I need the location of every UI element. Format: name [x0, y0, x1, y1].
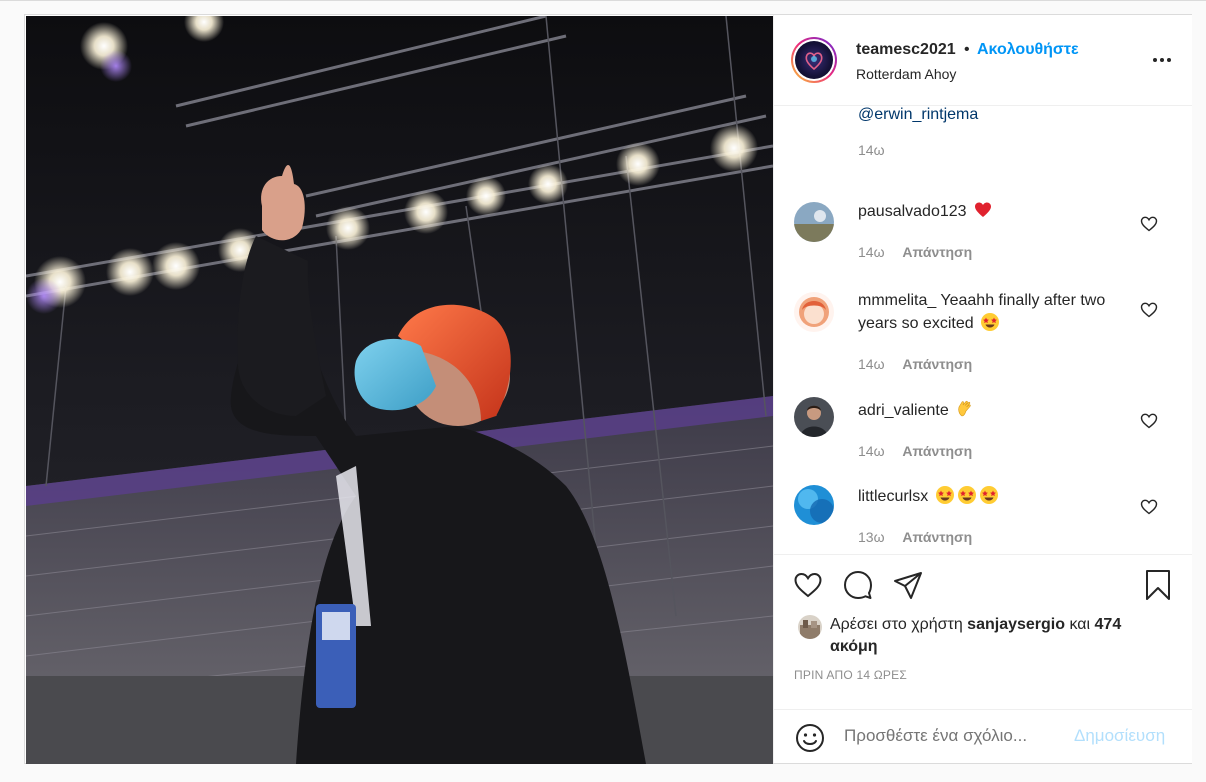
reply-button[interactable]: Απάντηση — [902, 529, 972, 545]
commenter-avatar[interactable] — [794, 292, 834, 332]
comment-meta: 13ω Απάντηση — [858, 529, 972, 545]
comment-text: littlecurlsx — [858, 485, 1128, 508]
comment-text: adri_valiente — [858, 399, 1128, 422]
share-icon[interactable] — [892, 569, 924, 601]
commenter-avatar[interactable] — [794, 397, 834, 437]
comment-username[interactable]: littlecurlsx — [858, 488, 928, 505]
reply-button[interactable]: Απάντηση — [902, 443, 972, 459]
top-border — [0, 0, 1206, 1]
clapping-hands-icon — [958, 400, 971, 417]
commenter-avatar[interactable] — [794, 202, 834, 242]
comment-meta: 14ω Απάντηση — [858, 244, 972, 260]
comment-username[interactable]: mmmelita_ — [858, 292, 936, 309]
comment-icon[interactable] — [842, 569, 874, 601]
add-comment-bar: Δημοσίευση — [774, 709, 1192, 764]
liker-username[interactable]: sanjaysergio — [967, 616, 1065, 633]
comment-time: 14ω — [858, 356, 885, 372]
follow-button[interactable]: Ακολουθήστε — [977, 41, 1079, 59]
arena-photo-illustration — [26, 16, 773, 764]
like-icon[interactable] — [792, 569, 824, 601]
more-options-icon[interactable] — [1150, 50, 1174, 70]
star-struck-icon — [981, 313, 1000, 331]
header-separator: • — [964, 41, 970, 58]
comment-text: pausalvado123 — [858, 200, 1128, 223]
reply-button[interactable]: Απάντηση — [902, 356, 972, 372]
profile-avatar[interactable] — [791, 37, 837, 83]
star-struck-icon — [979, 486, 998, 504]
like-comment-icon[interactable] — [1140, 412, 1158, 430]
comment-meta: 14ω Απάντηση — [858, 356, 972, 372]
emoji-picker-icon[interactable] — [794, 722, 826, 754]
save-bookmark-icon[interactable] — [1142, 569, 1174, 601]
comment-meta: 14ω Απάντηση — [858, 443, 972, 459]
comments-list: @erwin_rintjema 14ω pausalvado123 14ω Απ… — [774, 106, 1192, 554]
like-comment-icon[interactable] — [1140, 215, 1158, 233]
reply-button[interactable]: Απάντηση — [902, 244, 972, 260]
mention-link[interactable]: @erwin_rintjema — [858, 106, 978, 124]
post-photo[interactable] — [26, 16, 773, 764]
post-actions: Αρέσει στο χρήστη sanjaysergio και 474 α… — [774, 554, 1192, 710]
comment-username[interactable]: pausalvado123 — [858, 203, 967, 220]
commenter-avatar[interactable] — [794, 485, 834, 525]
red-heart-icon — [975, 202, 991, 217]
eurovision-heart-icon — [805, 52, 823, 71]
like-comment-icon[interactable] — [1140, 301, 1158, 319]
comment-time: 14ω — [858, 443, 885, 459]
post-comment-button[interactable]: Δημοσίευση — [1074, 726, 1165, 746]
location-link[interactable]: Rotterdam Ahoy — [856, 66, 956, 82]
comment-time: 14ω — [858, 244, 885, 260]
post-header: teamesc2021 • Ακολουθήστε Rotterdam Ahoy — [774, 15, 1192, 106]
comment-username[interactable]: adri_valiente — [858, 402, 949, 419]
like-comment-icon[interactable] — [1140, 498, 1158, 516]
liker-avatar[interactable] — [798, 615, 822, 639]
header-username[interactable]: teamesc2021 — [856, 41, 956, 59]
star-struck-icon — [957, 486, 976, 504]
post-timestamp[interactable]: ΠΡΙΝ ΑΠΟ 14 ΩΡΕΣ — [794, 668, 907, 682]
comment-time: 13ω — [858, 529, 885, 545]
comment-input[interactable] — [844, 726, 1064, 746]
comment-time: 14ω — [858, 142, 885, 158]
star-struck-icon — [935, 486, 954, 504]
comment-text: mmmelita_ Yeaahh finally after two years… — [858, 290, 1128, 335]
post-sidebar: teamesc2021 • Ακολουθήστε Rotterdam Ahoy… — [773, 15, 1192, 763]
likes-summary: Αρέσει στο χρήστη sanjaysergio και 474 α… — [830, 616, 1122, 655]
post-dialog: teamesc2021 • Ακολουθήστε Rotterdam Ahoy… — [24, 14, 1192, 764]
